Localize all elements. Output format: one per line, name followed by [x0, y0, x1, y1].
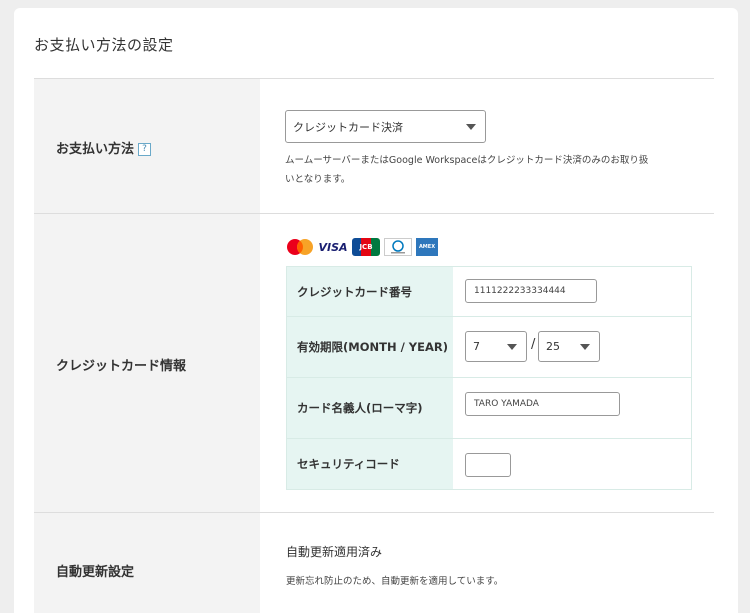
amex-logo: AMEX: [416, 238, 438, 256]
chevron-down-icon: [580, 343, 590, 350]
expiry-row: 有効期限(MONTH / YEAR) 7 / 25: [287, 317, 691, 378]
payment-method-section: お支払い方法? クレジットカード決済 ムームーサーバーまたはGoogle Wor…: [34, 78, 714, 213]
credit-card-section: クレジットカード情報 VISA JCB AMEX クレジットカード番号 1111…: [34, 213, 714, 513]
diners-club-logo: [384, 238, 412, 256]
card-brand-logos: VISA JCB AMEX: [286, 236, 438, 258]
credit-card-form-table: クレジットカード番号 1111222233334444 有効期限(MONTH /…: [286, 266, 692, 490]
auto-renew-status: 自動更新適用済み: [286, 545, 383, 559]
chevron-down-icon: [507, 343, 517, 350]
visa-logo: VISA: [318, 240, 348, 254]
expiry-year-select[interactable]: 25: [538, 331, 600, 362]
page-title: お支払い方法の設定: [34, 36, 174, 54]
security-code-row: セキュリティコード: [287, 439, 691, 489]
auto-renew-section: 自動更新設定 自動更新適用済み 更新忘れ防止のため、自動更新を適用しています。: [34, 512, 714, 613]
card-number-input[interactable]: 1111222233334444: [465, 279, 597, 303]
jcb-logo: JCB: [352, 238, 380, 256]
expiry-month-select[interactable]: 7: [465, 331, 527, 362]
credit-card-label: クレジットカード情報: [56, 359, 187, 374]
payment-settings-panel: お支払い方法の設定 お支払い方法? クレジットカード決済 ムームーサーバーまたは…: [14, 8, 738, 613]
expiry-label: 有効期限(MONTH / YEAR): [287, 317, 453, 377]
security-code-input[interactable]: [465, 453, 511, 477]
auto-renew-label: 自動更新設定: [56, 565, 135, 580]
payment-method-select[interactable]: クレジットカード決済: [285, 110, 486, 143]
mastercard-logo: [286, 238, 314, 256]
payment-method-label-cell: お支払い方法?: [34, 79, 260, 213]
card-number-label: クレジットカード番号: [287, 267, 453, 316]
card-number-row: クレジットカード番号 1111222233334444: [287, 267, 691, 317]
expiry-separator: /: [531, 337, 536, 352]
auto-renew-label-cell: 自動更新設定: [34, 513, 260, 613]
card-holder-row: カード名義人(ローマ字) TARO YAMADA: [287, 378, 691, 439]
auto-renew-note: 更新忘れ防止のため、自動更新を適用しています。: [286, 576, 504, 587]
credit-card-label-cell: クレジットカード情報: [34, 214, 260, 513]
card-holder-input[interactable]: TARO YAMADA: [465, 392, 620, 416]
chevron-down-icon: [466, 123, 476, 130]
payment-method-label: お支払い方法?: [56, 138, 152, 157]
card-holder-label: カード名義人(ローマ字): [287, 378, 453, 438]
security-code-label: セキュリティコード: [287, 439, 453, 489]
help-icon[interactable]: ?: [138, 143, 152, 156]
payment-method-note: ムームーサーバーまたはGoogle Workspaceはクレジットカード決済のみ…: [285, 155, 649, 185]
